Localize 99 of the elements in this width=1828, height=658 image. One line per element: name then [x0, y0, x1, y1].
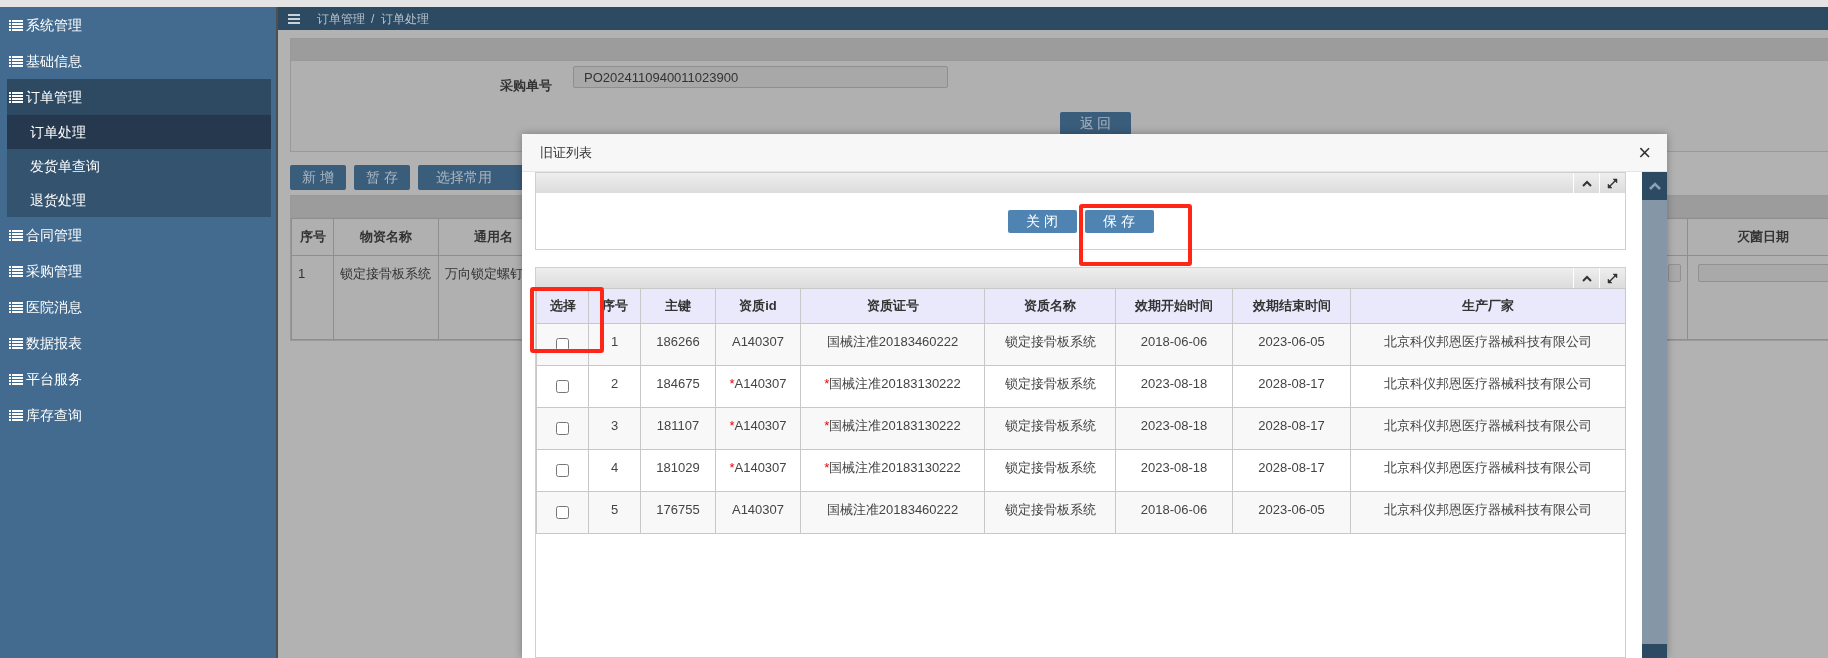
table-cell: 2028-08-17 — [1258, 418, 1325, 433]
table-cell: 2023-06-05 — [1258, 334, 1325, 349]
table-cell: 181107 — [656, 418, 700, 433]
chevron-up-icon — [1648, 182, 1661, 190]
sidebar-item[interactable]: 系统管理 — [7, 7, 271, 43]
table-cell: 北京科仪邦恩医疗器械科技有限公司 — [1384, 502, 1592, 517]
column-header: 资质名称 — [984, 288, 1116, 324]
sidebar-item[interactable]: 平台服务 — [7, 361, 271, 397]
sidebar-item[interactable]: 基础信息 — [7, 43, 271, 79]
column-header: 物资名称 — [333, 218, 439, 255]
table-cell: 北京科仪邦恩医疗器械科技有限公司 — [1384, 376, 1592, 391]
row-checkbox[interactable] — [556, 464, 569, 477]
table-cell: A140307 — [731, 502, 785, 517]
table-cell: *国械注准20183130222 — [824, 418, 961, 433]
sidebar-subitem[interactable]: 退货处理 — [7, 183, 271, 217]
table-cell: 北京科仪邦恩医疗器械科技有限公司 — [1384, 460, 1592, 475]
scrollbar[interactable] — [1642, 172, 1667, 658]
row-checkbox[interactable] — [556, 380, 569, 393]
breadcrumb-link[interactable]: 订单处理 — [380, 9, 429, 28]
order-number-field[interactable]: PO2024110940011023900 — [573, 66, 948, 88]
table-cell: 186266 — [656, 334, 700, 349]
expand-icon — [1607, 177, 1618, 189]
row-checkbox[interactable] — [556, 338, 569, 351]
table-cell: 5 — [610, 502, 619, 517]
sidebar-item[interactable]: 合同管理 — [7, 217, 271, 253]
table-cell: *A140307 — [729, 460, 787, 475]
table-cell: 锁定接骨板系统 — [1004, 376, 1096, 391]
sidebar-subitem[interactable]: 订单处理 — [7, 115, 271, 149]
chevron-up-icon — [1581, 274, 1592, 282]
table-cell: 锁定接骨板系统 — [1004, 418, 1096, 433]
column-header: 灭菌日期 — [1687, 218, 1828, 255]
sidebar-subitem[interactable]: 发货单查询 — [7, 149, 271, 183]
table-cell: 国械注准20183460222 — [826, 334, 959, 349]
dialog-button[interactable]: 保 存 — [1084, 209, 1154, 233]
table-cell: 1 — [291, 255, 334, 339]
sidebar-item[interactable]: 库存查询 — [7, 397, 271, 433]
table-cell: 2023-08-18 — [1140, 376, 1208, 391]
list-icon — [9, 265, 23, 277]
dialog-title: 旧证列表 — [540, 143, 592, 162]
table-cell: 北京科仪邦恩医疗器械科技有限公司 — [1384, 334, 1592, 349]
sidebar-item[interactable]: 医院消息 — [7, 289, 271, 325]
table-cell: 锁定接骨板系统 — [1004, 460, 1096, 475]
list-icon — [9, 301, 23, 313]
menu-icon — [288, 13, 300, 24]
table-cell: *A140307 — [729, 418, 787, 433]
row-checkbox[interactable] — [556, 506, 569, 519]
column-header: 序号 — [291, 218, 334, 255]
table-cell: 2018-06-06 — [1140, 502, 1208, 517]
table-cell: 184675 — [656, 376, 700, 391]
list-icon — [9, 229, 23, 241]
table-cell: 北京科仪邦恩医疗器械科技有限公司 — [1384, 418, 1592, 433]
table-cell: 2018-06-06 — [1140, 334, 1208, 349]
cell-input[interactable] — [1668, 263, 1681, 282]
list-icon — [9, 91, 23, 103]
sidebar-item[interactable]: 数据报表 — [7, 325, 271, 361]
table-cell: 1 — [610, 334, 619, 349]
list-icon — [9, 55, 23, 67]
table-cell: 锁定接骨板系统 — [1004, 334, 1096, 349]
cell-input[interactable] — [1698, 263, 1828, 282]
table-cell: 4 — [610, 460, 619, 475]
expand-icon — [1607, 272, 1618, 284]
list-icon — [9, 373, 23, 385]
back-button[interactable]: 返 回 — [1060, 112, 1131, 135]
breadcrumb-link[interactable]: 订单管理 — [316, 9, 365, 28]
table-cell: *A140307 — [729, 376, 787, 391]
chevron-up-icon — [1581, 179, 1592, 187]
table-cell: 3 — [610, 418, 619, 433]
table-cell: 181029 — [656, 460, 700, 475]
table-cell: *国械注准20183130222 — [824, 460, 961, 475]
table-cell: 国械注准20183460222 — [826, 502, 959, 517]
row-checkbox[interactable] — [556, 422, 569, 435]
list-icon — [9, 19, 23, 31]
table-cell: 2023-08-18 — [1140, 418, 1208, 433]
table-cell: 2028-08-17 — [1258, 460, 1325, 475]
table-cell: 锁定接骨板系统 — [333, 255, 439, 339]
table-cell: 2028-08-17 — [1258, 376, 1325, 391]
toolbar-button[interactable]: 暂 存 — [353, 165, 410, 190]
table-cell: 2023-08-18 — [1140, 460, 1208, 475]
close-button[interactable]: × — [1634, 141, 1655, 164]
list-icon — [9, 337, 23, 349]
table-cell: A140307 — [731, 334, 785, 349]
table-cell: 2 — [610, 376, 619, 391]
field-label: 采购单号 — [500, 77, 552, 95]
table-cell: 2023-06-05 — [1258, 502, 1325, 517]
toolbar-button[interactable]: 新 增 — [290, 165, 346, 190]
sidebar-item[interactable]: 采购管理 — [7, 253, 271, 289]
dialog-button[interactable]: 关 闭 — [1007, 209, 1077, 233]
list-icon — [9, 409, 23, 421]
table-cell: 锁定接骨板系统 — [1004, 502, 1096, 517]
table-cell: *国械注准20183130222 — [824, 376, 961, 391]
breadcrumb-separator: / — [371, 10, 375, 28]
column-header: 主键 — [640, 288, 716, 324]
column-header: 生产厂家 — [1350, 288, 1626, 324]
table-cell: 176755 — [656, 502, 700, 517]
column-header: 效期开始时间 — [1115, 288, 1233, 324]
sidebar-item[interactable]: 订单管理 — [7, 79, 271, 115]
column-header: 资质id — [715, 288, 801, 324]
column-header: 资质证号 — [800, 288, 985, 324]
column-header: 效期结束时间 — [1232, 288, 1351, 324]
